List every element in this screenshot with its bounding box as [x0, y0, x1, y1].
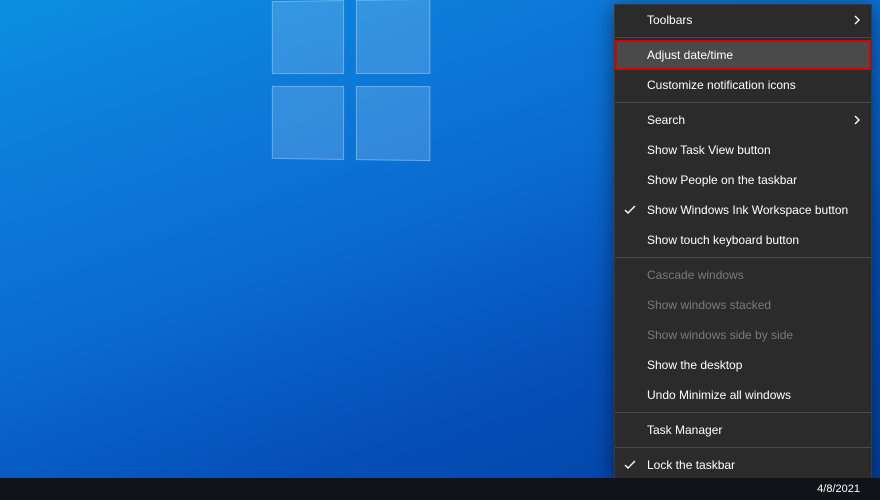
logo-pane [272, 0, 344, 74]
menu-label: Undo Minimize all windows [647, 388, 791, 402]
menu-item-cascade: Cascade windows [615, 260, 871, 290]
menu-label: Customize notification icons [647, 78, 796, 92]
windows-logo [272, 0, 430, 161]
menu-item-show-task-view[interactable]: Show Task View button [615, 135, 871, 165]
menu-item-task-manager[interactable]: Task Manager [615, 415, 871, 445]
menu-label: Search [647, 113, 685, 127]
menu-item-toolbars[interactable]: Toolbars [615, 5, 871, 35]
menu-item-adjust-date-time[interactable]: Adjust date/time [615, 40, 871, 70]
chevron-right-icon [853, 115, 861, 125]
menu-label: Show Task View button [647, 143, 771, 157]
menu-label: Toolbars [647, 13, 692, 27]
menu-item-search[interactable]: Search [615, 105, 871, 135]
menu-label: Task Manager [647, 423, 722, 437]
menu-label: Lock the taskbar [647, 458, 735, 472]
menu-label: Cascade windows [647, 268, 744, 282]
menu-label: Show People on the taskbar [647, 173, 797, 187]
menu-label: Show windows stacked [647, 298, 771, 312]
taskbar-context-menu: Toolbars Adjust date/time Customize noti… [614, 4, 872, 500]
logo-pane [272, 86, 344, 160]
menu-item-lock-taskbar[interactable]: Lock the taskbar [615, 450, 871, 480]
menu-item-undo-minimize[interactable]: Undo Minimize all windows [615, 380, 871, 410]
menu-label: Show touch keyboard button [647, 233, 799, 247]
menu-item-stacked: Show windows stacked [615, 290, 871, 320]
menu-separator [615, 102, 871, 103]
taskbar-date[interactable]: 4/8/2021 [817, 483, 860, 495]
menu-label: Show windows side by side [647, 328, 793, 342]
logo-pane [356, 0, 430, 74]
menu-separator [615, 447, 871, 448]
check-icon [624, 460, 636, 470]
menu-item-show-touch-kb[interactable]: Show touch keyboard button [615, 225, 871, 255]
menu-label: Show the desktop [647, 358, 742, 372]
menu-item-show-desktop[interactable]: Show the desktop [615, 350, 871, 380]
chevron-right-icon [853, 15, 861, 25]
desktop-background[interactable]: Toolbars Adjust date/time Customize noti… [0, 0, 880, 500]
menu-label: Adjust date/time [647, 48, 733, 62]
menu-separator [615, 257, 871, 258]
menu-item-show-people[interactable]: Show People on the taskbar [615, 165, 871, 195]
menu-item-customize-icons[interactable]: Customize notification icons [615, 70, 871, 100]
logo-pane [356, 86, 430, 161]
menu-item-side-by-side: Show windows side by side [615, 320, 871, 350]
menu-label: Show Windows Ink Workspace button [647, 203, 848, 217]
menu-separator [615, 412, 871, 413]
menu-item-show-ink[interactable]: Show Windows Ink Workspace button [615, 195, 871, 225]
check-icon [624, 205, 636, 215]
menu-separator [615, 37, 871, 38]
taskbar[interactable]: 4/8/2021 [0, 478, 880, 500]
